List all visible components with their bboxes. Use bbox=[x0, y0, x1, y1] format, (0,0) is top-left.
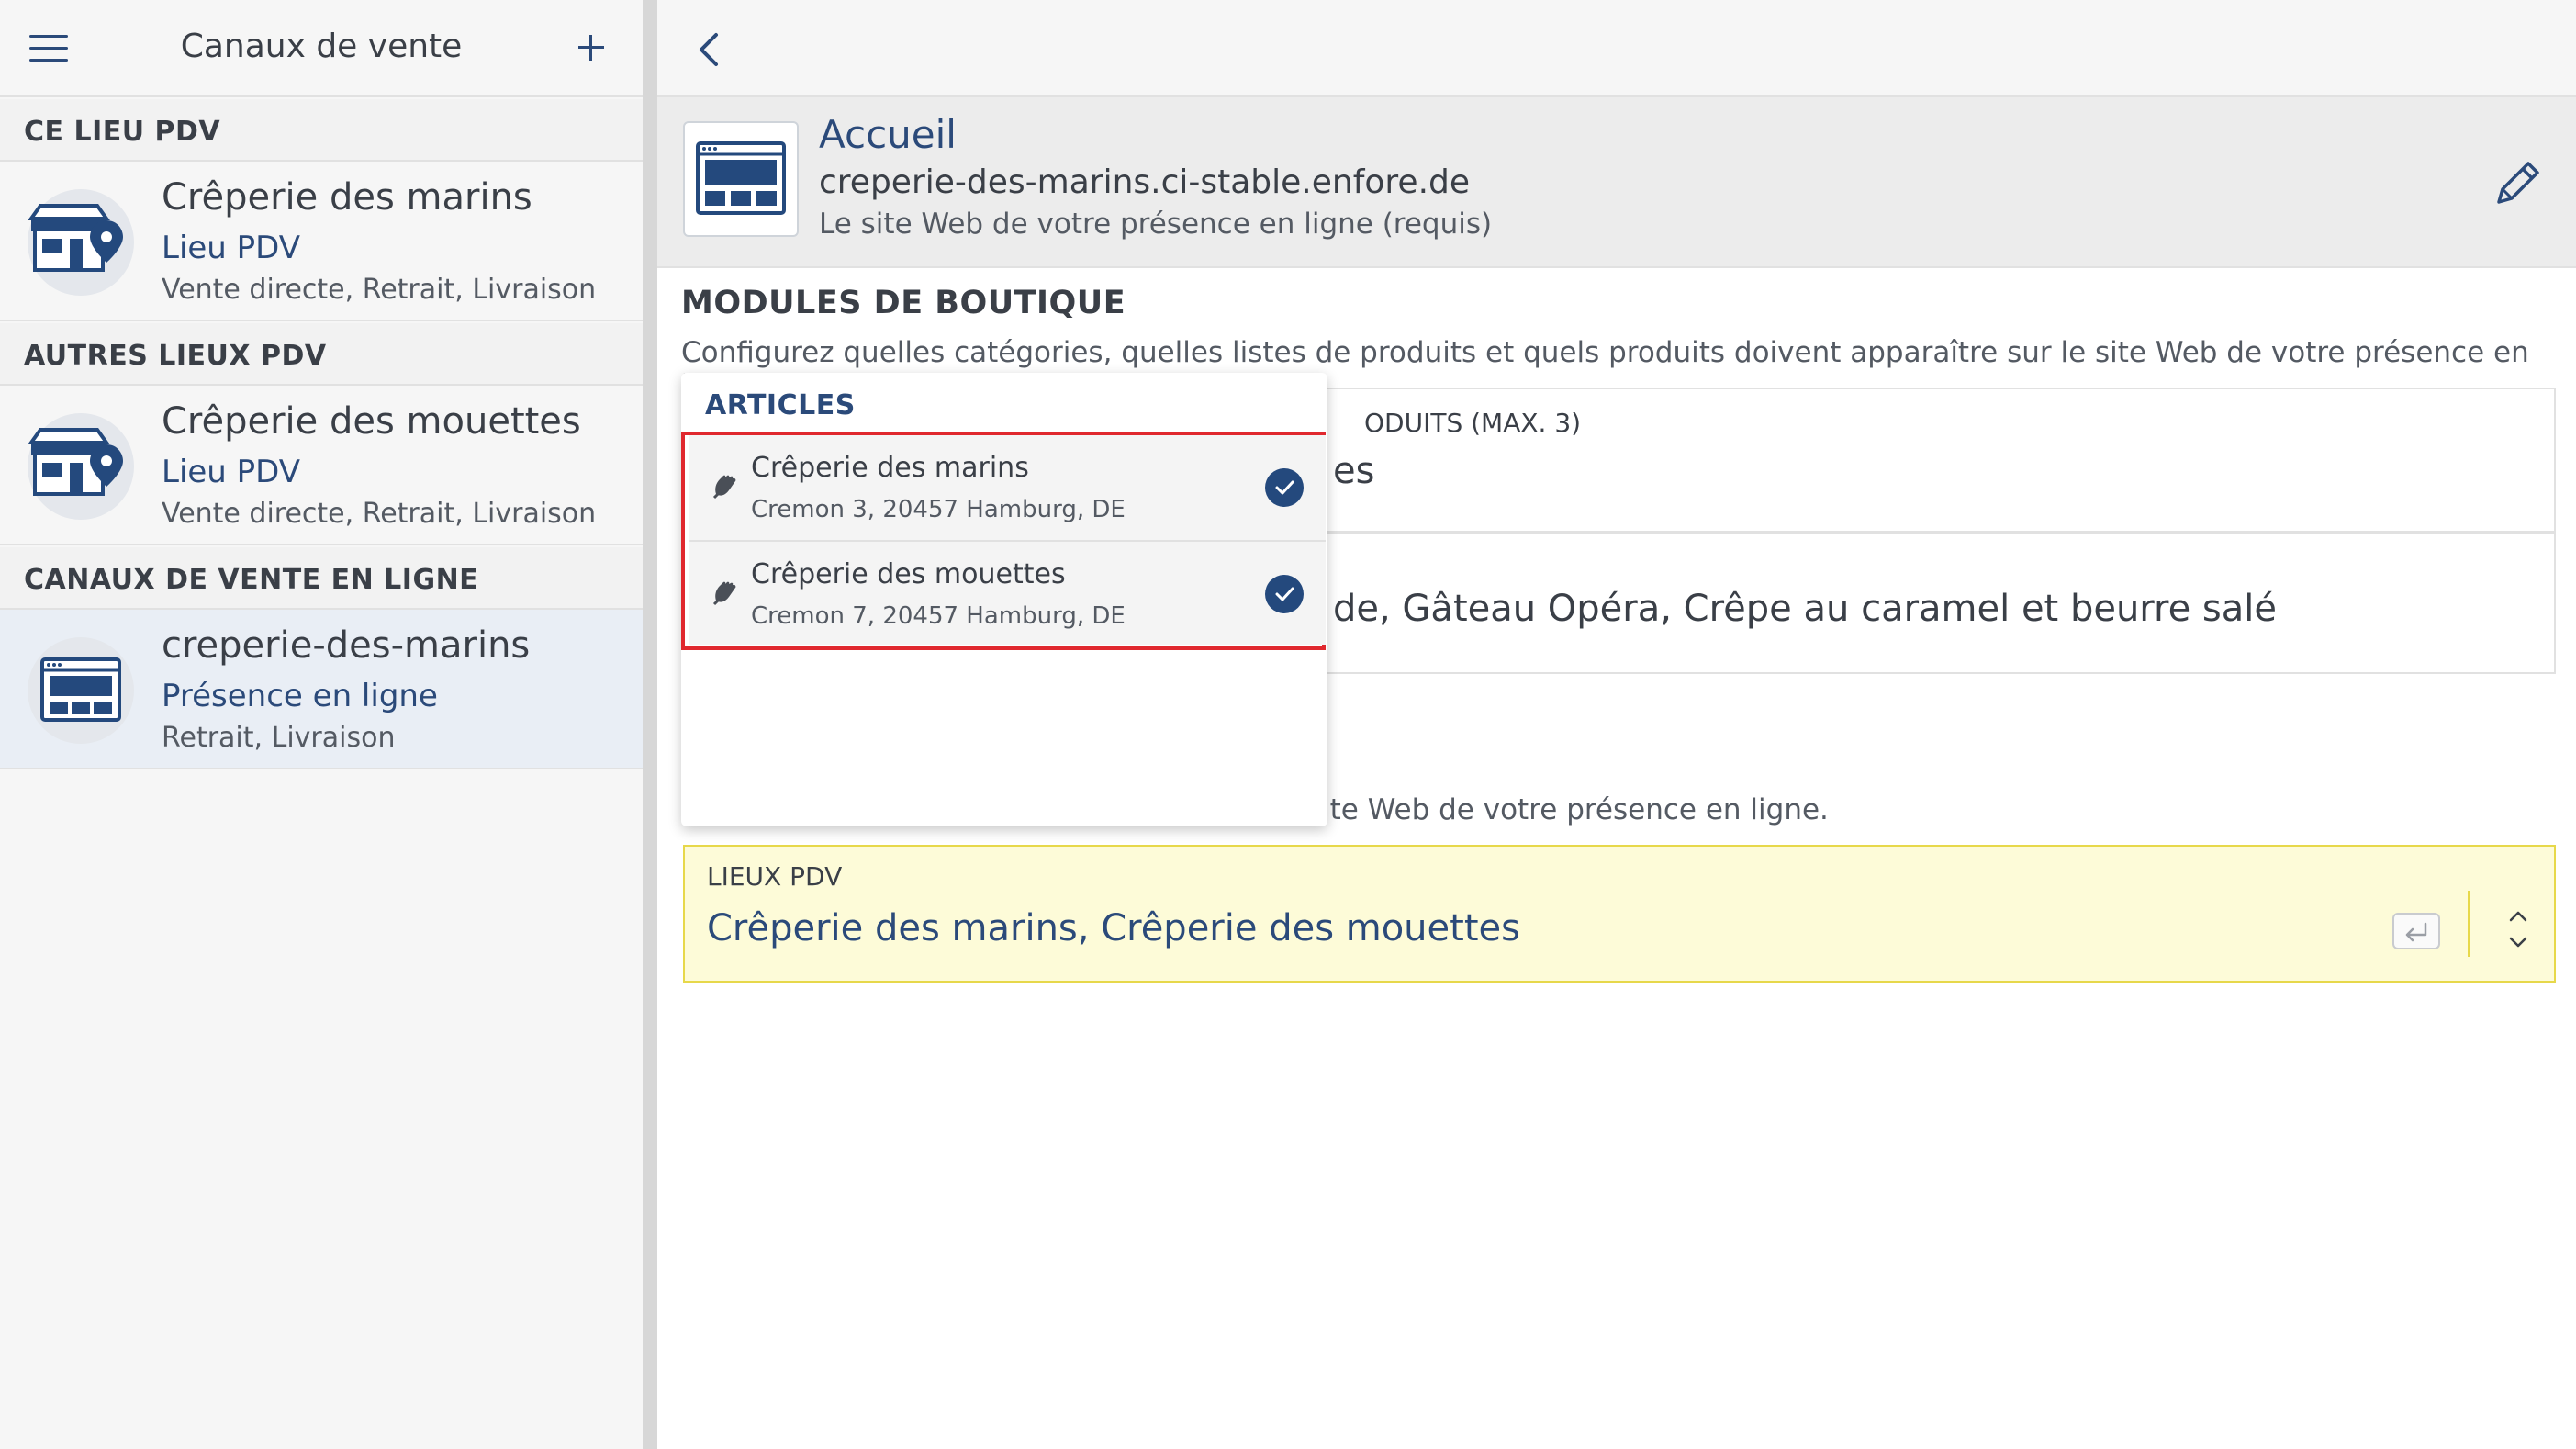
field-separator bbox=[2468, 891, 2470, 957]
channel-name: creperie-des-marins bbox=[162, 624, 531, 667]
sidebar-title: Canaux de vente bbox=[180, 28, 463, 65]
dropdown-heading: ARTICLES bbox=[705, 389, 856, 421]
channel-name: Crêperie des mouettes bbox=[162, 400, 581, 443]
channel-type: Lieu PDV bbox=[162, 230, 301, 266]
homepage-title: Accueil bbox=[819, 112, 957, 157]
edit-pencil-icon[interactable] bbox=[2490, 156, 2545, 211]
website-icon bbox=[683, 121, 799, 237]
option-name: Crêperie des marins bbox=[751, 452, 1029, 484]
sidebar: Canaux de vente CE LIEU PDV Crêperie des… bbox=[0, 0, 643, 1449]
section-label-online-channels: CANAUX DE VENTE EN LIGNE bbox=[0, 547, 643, 610]
products-module-value: es bbox=[1333, 450, 1375, 492]
option-name: Crêperie des mouettes bbox=[751, 558, 1066, 590]
featured-products-value: de, Gâteau Opéra, Crêpe au caramel et be… bbox=[1333, 588, 2278, 630]
channel-item-online-presence[interactable]: creperie-des-marins Présence en ligne Re… bbox=[0, 610, 643, 769]
modules-heading: MODULES DE BOUTIQUE bbox=[681, 285, 1126, 321]
sidebar-header: Canaux de vente bbox=[0, 0, 643, 97]
hamburger-menu-icon[interactable] bbox=[29, 35, 68, 62]
homepage-url: creperie-des-marins.ci-stable.enfore.de bbox=[819, 163, 1471, 201]
channel-type: Présence en ligne bbox=[162, 678, 438, 714]
checkmark-icon[interactable] bbox=[1265, 468, 1304, 507]
chevron-up-down-icon[interactable] bbox=[2504, 905, 2532, 953]
channel-modes: Vente directe, Retrait, Livraison bbox=[162, 498, 597, 530]
section-label-this-location: CE LIEU PDV bbox=[0, 99, 643, 162]
products-module-label: ODUITS (MAX. 3) bbox=[1364, 408, 1582, 438]
channel-modes: Retrait, Livraison bbox=[162, 722, 396, 754]
homepage-description: Le site Web de votre présence en ligne (… bbox=[819, 208, 1493, 241]
dropdown-option[interactable]: Crêperie des mouettes Cremon 7, 20457 Ha… bbox=[689, 540, 1326, 645]
store-location-icon bbox=[28, 189, 134, 296]
locations-description: ite Web de votre présence en ligne. bbox=[1322, 793, 1829, 826]
section-label-other-locations: AUTRES LIEUX PDV bbox=[0, 323, 643, 386]
main-header bbox=[657, 0, 2576, 97]
back-chevron-icon[interactable] bbox=[694, 31, 722, 68]
channel-item-creperie-des-mouettes[interactable]: Crêperie des mouettes Lieu PDV Vente dir… bbox=[0, 386, 643, 545]
dropdown-options-highlight: Crêperie des marins Cremon 3, 20457 Hamb… bbox=[681, 432, 1326, 650]
hand-icon bbox=[711, 577, 740, 608]
split-view-divider[interactable] bbox=[643, 0, 657, 1449]
channel-type: Lieu PDV bbox=[162, 454, 301, 490]
locations-dropdown: ARTICLES Crêperie des marins Cremon 3, 2… bbox=[681, 373, 1327, 826]
channel-modes: Vente directe, Retrait, Livraison bbox=[162, 274, 597, 306]
channel-name: Crêperie des marins bbox=[162, 176, 532, 219]
option-address: Cremon 3, 20457 Hamburg, DE bbox=[751, 496, 1126, 523]
add-channel-icon[interactable] bbox=[575, 31, 608, 64]
pos-locations-value: Crêperie des marins, Crêperie des mouett… bbox=[707, 907, 1520, 949]
pos-locations-label: LIEUX PDV bbox=[707, 861, 843, 892]
website-icon bbox=[28, 637, 134, 744]
dropdown-option[interactable]: Crêperie des marins Cremon 3, 20457 Hamb… bbox=[689, 435, 1326, 540]
channel-item-creperie-des-marins[interactable]: Crêperie des marins Lieu PDV Vente direc… bbox=[0, 162, 643, 321]
pos-locations-field[interactable]: LIEUX PDV Crêperie des marins, Crêperie … bbox=[683, 845, 2556, 983]
return-key-icon[interactable] bbox=[2392, 913, 2440, 949]
checkmark-icon[interactable] bbox=[1265, 575, 1304, 613]
option-address: Cremon 7, 20457 Hamburg, DE bbox=[751, 602, 1126, 630]
homepage-card[interactable]: Accueil creperie-des-marins.ci-stable.en… bbox=[657, 97, 2576, 268]
store-location-icon bbox=[28, 413, 134, 520]
hand-icon bbox=[711, 470, 740, 501]
